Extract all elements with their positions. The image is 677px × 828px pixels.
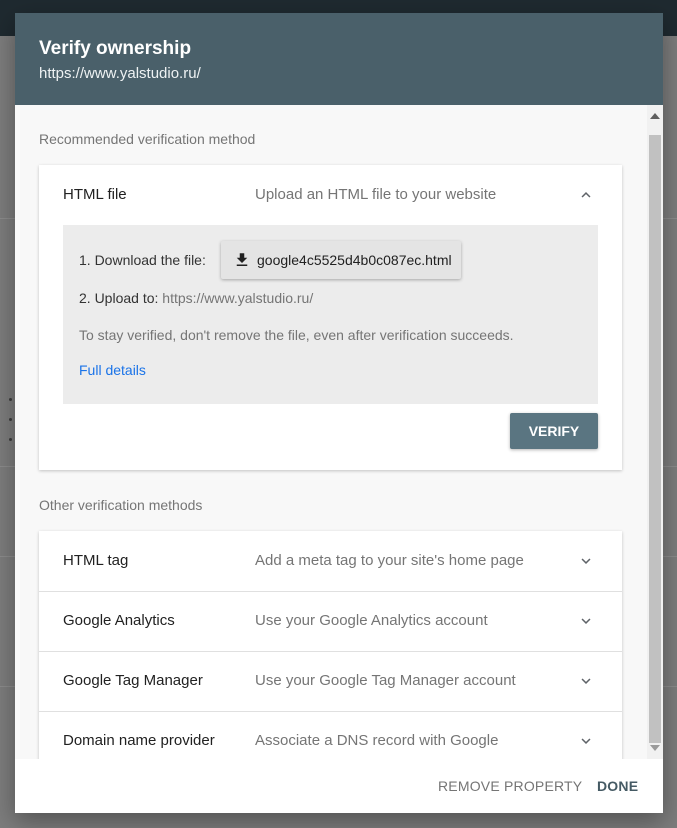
other-methods-list: HTML tag Add a meta tag to your site's h… bbox=[39, 531, 622, 759]
recommended-method-card: HTML file Upload an HTML file to your we… bbox=[39, 165, 622, 470]
step2-row: 2. Upload to: https://www.yalstudio.ru/ bbox=[79, 290, 313, 306]
chevron-down-icon[interactable] bbox=[577, 612, 595, 630]
method-description: Use your Google Analytics account bbox=[255, 612, 488, 629]
property-url: https://www.yalstudio.ru/ bbox=[39, 65, 201, 82]
scroll-down-arrow-icon[interactable] bbox=[650, 745, 660, 751]
background-bullet bbox=[9, 398, 12, 401]
chevron-down-icon[interactable] bbox=[577, 732, 595, 750]
download-file-button[interactable]: google4c5525d4b0c087ec.html bbox=[221, 241, 461, 279]
dialog-header: Verify ownership https://www.yalstudio.r… bbox=[15, 13, 663, 105]
recommended-section-label: Recommended verification method bbox=[39, 131, 256, 147]
method-description: Add a meta tag to your site's home page bbox=[255, 552, 524, 569]
method-title: Domain name provider bbox=[63, 732, 215, 749]
file-name: google4c5525d4b0c087ec.html bbox=[257, 252, 452, 268]
dialog-title: Verify ownership bbox=[39, 38, 192, 59]
method-row-google-tag-manager[interactable]: Google Tag Manager Use your Google Tag M… bbox=[39, 651, 622, 712]
remove-property-button[interactable]: REMOVE PROPERTY bbox=[438, 778, 582, 794]
chevron-up-icon[interactable] bbox=[577, 186, 595, 204]
background-bullet bbox=[9, 418, 12, 421]
method-title: HTML tag bbox=[63, 552, 129, 569]
upload-url: https://www.yalstudio.ru/ bbox=[162, 290, 314, 306]
method-title: Google Analytics bbox=[63, 612, 175, 629]
step2-label: 2. Upload to: bbox=[79, 290, 159, 306]
method-row-google-analytics[interactable]: Google Analytics Use your Google Analyti… bbox=[39, 591, 622, 652]
method-title: Google Tag Manager bbox=[63, 672, 203, 689]
method-description: Upload an HTML file to your website bbox=[255, 186, 497, 203]
verify-ownership-dialog: Verify ownership https://www.yalstudio.r… bbox=[15, 13, 663, 813]
background-bullet bbox=[9, 438, 12, 441]
dialog-footer: REMOVE PROPERTY DONE bbox=[15, 759, 663, 813]
done-button[interactable]: DONE bbox=[597, 778, 638, 794]
other-methods-section-label: Other verification methods bbox=[39, 497, 203, 513]
chevron-down-icon[interactable] bbox=[577, 552, 595, 570]
html-file-header[interactable]: HTML file Upload an HTML file to your we… bbox=[39, 165, 622, 225]
step1-label: 1. Download the file: bbox=[79, 252, 206, 268]
download-icon bbox=[236, 253, 248, 266]
method-title: HTML file bbox=[63, 186, 127, 203]
method-description: Associate a DNS record with Google bbox=[255, 732, 499, 749]
stay-verified-note: To stay verified, don't remove the file,… bbox=[79, 327, 514, 343]
dialog-body: Recommended verification method HTML fil… bbox=[15, 105, 663, 759]
method-description: Use your Google Tag Manager account bbox=[255, 672, 516, 689]
verify-button[interactable]: VERIFY bbox=[510, 413, 598, 449]
chevron-down-icon[interactable] bbox=[577, 672, 595, 690]
method-row-html-tag[interactable]: HTML tag Add a meta tag to your site's h… bbox=[39, 531, 622, 591]
scroll-up-arrow-icon[interactable] bbox=[650, 113, 660, 119]
method-row-domain-name-provider[interactable]: Domain name provider Associate a DNS rec… bbox=[39, 711, 622, 759]
full-details-link[interactable]: Full details bbox=[79, 362, 146, 378]
scrollbar[interactable] bbox=[647, 105, 663, 759]
scrollbar-thumb[interactable] bbox=[649, 135, 661, 743]
instructions-panel: 1. Download the file: google4c5525d4b0c0… bbox=[63, 225, 598, 404]
